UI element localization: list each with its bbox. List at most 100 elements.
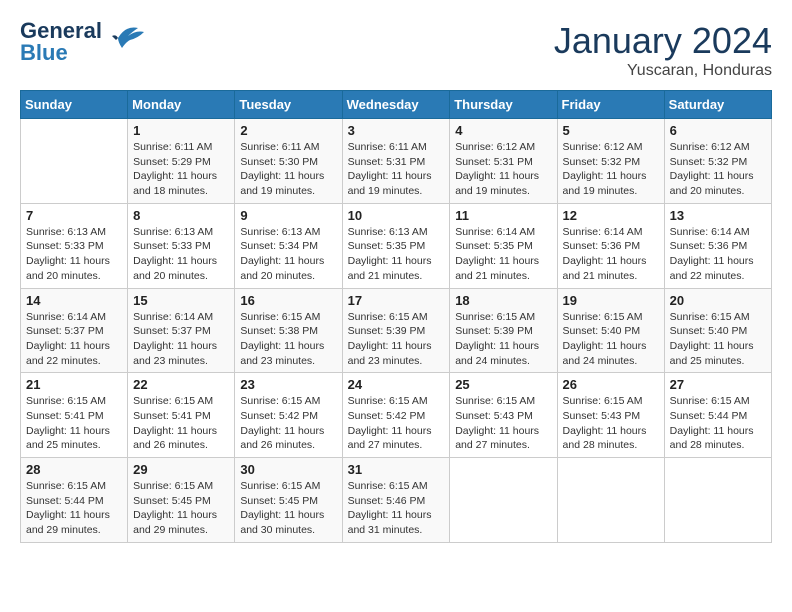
day-number: 31 <box>348 462 445 477</box>
day-number: 29 <box>133 462 229 477</box>
calendar-cell: 27 Sunrise: 6:15 AM Sunset: 5:44 PM Dayli… <box>664 373 771 458</box>
calendar-cell: 2 Sunrise: 6:11 AM Sunset: 5:30 PM Daylig… <box>235 119 342 204</box>
calendar-cell: 22 Sunrise: 6:15 AM Sunset: 5:41 PM Dayli… <box>128 373 235 458</box>
calendar-body: 1 Sunrise: 6:11 AM Sunset: 5:29 PM Daylig… <box>21 119 772 543</box>
day-number: 24 <box>348 377 445 392</box>
day-info: Sunrise: 6:13 AM Sunset: 5:34 PM Dayligh… <box>240 225 336 284</box>
day-number: 11 <box>455 208 551 223</box>
calendar-cell <box>557 458 664 543</box>
calendar-header-row: SundayMondayTuesdayWednesdayThursdayFrid… <box>21 91 772 119</box>
weekday-header-sunday: Sunday <box>21 91 128 119</box>
day-info: Sunrise: 6:15 AM Sunset: 5:44 PM Dayligh… <box>670 394 766 453</box>
day-info: Sunrise: 6:14 AM Sunset: 5:37 PM Dayligh… <box>26 310 122 369</box>
calendar-cell: 10Sunrise: 6:13 AM Sunset: 5:35 PM Dayli… <box>342 203 450 288</box>
calendar-cell: 25 Sunrise: 6:15 AM Sunset: 5:43 PM Dayli… <box>450 373 557 458</box>
weekday-header-saturday: Saturday <box>664 91 771 119</box>
calendar-cell: 3 Sunrise: 6:11 AM Sunset: 5:31 PM Daylig… <box>342 119 450 204</box>
calendar-cell: 28Sunrise: 6:15 AM Sunset: 5:44 PM Dayli… <box>21 458 128 543</box>
page-header: General Blue January 2024 Yuscaran, Hond… <box>20 20 772 80</box>
month-title: January 2024 <box>554 20 772 62</box>
day-number: 5 <box>563 123 659 138</box>
day-number: 13 <box>670 208 766 223</box>
weekday-header-monday: Monday <box>128 91 235 119</box>
day-number: 2 <box>240 123 336 138</box>
day-number: 15 <box>133 293 229 308</box>
calendar-cell: 1 Sunrise: 6:11 AM Sunset: 5:29 PM Daylig… <box>128 119 235 204</box>
calendar-cell: 18Sunrise: 6:15 AM Sunset: 5:39 PM Dayli… <box>450 288 557 373</box>
day-number: 28 <box>26 462 122 477</box>
calendar-cell: 13 Sunrise: 6:14 AM Sunset: 5:36 PM Dayli… <box>664 203 771 288</box>
calendar-cell <box>664 458 771 543</box>
day-info: Sunrise: 6:14 AM Sunset: 5:36 PM Dayligh… <box>563 225 659 284</box>
calendar-cell: 7Sunrise: 6:13 AM Sunset: 5:33 PM Daylig… <box>21 203 128 288</box>
day-info: Sunrise: 6:15 AM Sunset: 5:39 PM Dayligh… <box>455 310 551 369</box>
day-info: Sunrise: 6:11 AM Sunset: 5:29 PM Dayligh… <box>133 140 229 199</box>
logo-bird-icon <box>108 20 146 55</box>
day-info: Sunrise: 6:11 AM Sunset: 5:30 PM Dayligh… <box>240 140 336 199</box>
calendar-cell: 8Sunrise: 6:13 AM Sunset: 5:33 PM Daylig… <box>128 203 235 288</box>
day-info: Sunrise: 6:12 AM Sunset: 5:32 PM Dayligh… <box>670 140 766 199</box>
calendar-cell: 6Sunrise: 6:12 AM Sunset: 5:32 PM Daylig… <box>664 119 771 204</box>
day-info: Sunrise: 6:14 AM Sunset: 5:36 PM Dayligh… <box>670 225 766 284</box>
day-number: 26 <box>563 377 659 392</box>
day-number: 16 <box>240 293 336 308</box>
day-info: Sunrise: 6:14 AM Sunset: 5:37 PM Dayligh… <box>133 310 229 369</box>
day-info: Sunrise: 6:15 AM Sunset: 5:43 PM Dayligh… <box>455 394 551 453</box>
day-info: Sunrise: 6:12 AM Sunset: 5:32 PM Dayligh… <box>563 140 659 199</box>
day-info: Sunrise: 6:15 AM Sunset: 5:43 PM Dayligh… <box>563 394 659 453</box>
day-info: Sunrise: 6:15 AM Sunset: 5:40 PM Dayligh… <box>563 310 659 369</box>
day-info: Sunrise: 6:15 AM Sunset: 5:45 PM Dayligh… <box>133 479 229 538</box>
day-info: Sunrise: 6:15 AM Sunset: 5:39 PM Dayligh… <box>348 310 445 369</box>
weekday-header-friday: Friday <box>557 91 664 119</box>
calendar-cell: 23 Sunrise: 6:15 AM Sunset: 5:42 PM Dayli… <box>235 373 342 458</box>
title-section: January 2024 Yuscaran, Honduras <box>554 20 772 80</box>
calendar-cell: 5 Sunrise: 6:12 AM Sunset: 5:32 PM Daylig… <box>557 119 664 204</box>
calendar-week-2: 14 Sunrise: 6:14 AM Sunset: 5:37 PM Dayli… <box>21 288 772 373</box>
day-number: 8 <box>133 208 229 223</box>
day-number: 3 <box>348 123 445 138</box>
calendar-cell: 26 Sunrise: 6:15 AM Sunset: 5:43 PM Dayli… <box>557 373 664 458</box>
calendar-cell: 16Sunrise: 6:15 AM Sunset: 5:38 PM Dayli… <box>235 288 342 373</box>
calendar-table: SundayMondayTuesdayWednesdayThursdayFrid… <box>20 90 772 543</box>
calendar-cell <box>450 458 557 543</box>
day-number: 1 <box>133 123 229 138</box>
day-info: Sunrise: 6:15 AM Sunset: 5:45 PM Dayligh… <box>240 479 336 538</box>
calendar-cell <box>21 119 128 204</box>
location-title: Yuscaran, Honduras <box>554 62 772 80</box>
day-info: Sunrise: 6:11 AM Sunset: 5:31 PM Dayligh… <box>348 140 445 199</box>
day-info: Sunrise: 6:13 AM Sunset: 5:35 PM Dayligh… <box>348 225 445 284</box>
logo: General Blue <box>20 20 146 64</box>
calendar-cell: 31 Sunrise: 6:15 AM Sunset: 5:46 PM Dayli… <box>342 458 450 543</box>
day-number: 14 <box>26 293 122 308</box>
day-number: 22 <box>133 377 229 392</box>
logo-blue: Blue <box>20 42 102 64</box>
day-number: 9 <box>240 208 336 223</box>
weekday-header-thursday: Thursday <box>450 91 557 119</box>
day-number: 30 <box>240 462 336 477</box>
calendar-week-3: 21Sunrise: 6:15 AM Sunset: 5:41 PM Dayli… <box>21 373 772 458</box>
day-number: 23 <box>240 377 336 392</box>
day-number: 27 <box>670 377 766 392</box>
calendar-cell: 15 Sunrise: 6:14 AM Sunset: 5:37 PM Dayli… <box>128 288 235 373</box>
calendar-cell: 19 Sunrise: 6:15 AM Sunset: 5:40 PM Dayli… <box>557 288 664 373</box>
calendar-cell: 21Sunrise: 6:15 AM Sunset: 5:41 PM Dayli… <box>21 373 128 458</box>
day-info: Sunrise: 6:15 AM Sunset: 5:42 PM Dayligh… <box>240 394 336 453</box>
calendar-week-1: 7Sunrise: 6:13 AM Sunset: 5:33 PM Daylig… <box>21 203 772 288</box>
calendar-cell: 29 Sunrise: 6:15 AM Sunset: 5:45 PM Dayli… <box>128 458 235 543</box>
calendar-cell: 24Sunrise: 6:15 AM Sunset: 5:42 PM Dayli… <box>342 373 450 458</box>
calendar-week-4: 28Sunrise: 6:15 AM Sunset: 5:44 PM Dayli… <box>21 458 772 543</box>
day-number: 17 <box>348 293 445 308</box>
calendar-cell: 4Sunrise: 6:12 AM Sunset: 5:31 PM Daylig… <box>450 119 557 204</box>
calendar-week-0: 1 Sunrise: 6:11 AM Sunset: 5:29 PM Daylig… <box>21 119 772 204</box>
calendar-cell: 20 Sunrise: 6:15 AM Sunset: 5:40 PM Dayli… <box>664 288 771 373</box>
calendar-cell: 9 Sunrise: 6:13 AM Sunset: 5:34 PM Daylig… <box>235 203 342 288</box>
day-number: 4 <box>455 123 551 138</box>
day-info: Sunrise: 6:15 AM Sunset: 5:41 PM Dayligh… <box>133 394 229 453</box>
day-info: Sunrise: 6:15 AM Sunset: 5:40 PM Dayligh… <box>670 310 766 369</box>
day-number: 19 <box>563 293 659 308</box>
day-info: Sunrise: 6:15 AM Sunset: 5:46 PM Dayligh… <box>348 479 445 538</box>
calendar-cell: 11 Sunrise: 6:14 AM Sunset: 5:35 PM Dayli… <box>450 203 557 288</box>
day-info: Sunrise: 6:14 AM Sunset: 5:35 PM Dayligh… <box>455 225 551 284</box>
day-number: 20 <box>670 293 766 308</box>
day-number: 25 <box>455 377 551 392</box>
